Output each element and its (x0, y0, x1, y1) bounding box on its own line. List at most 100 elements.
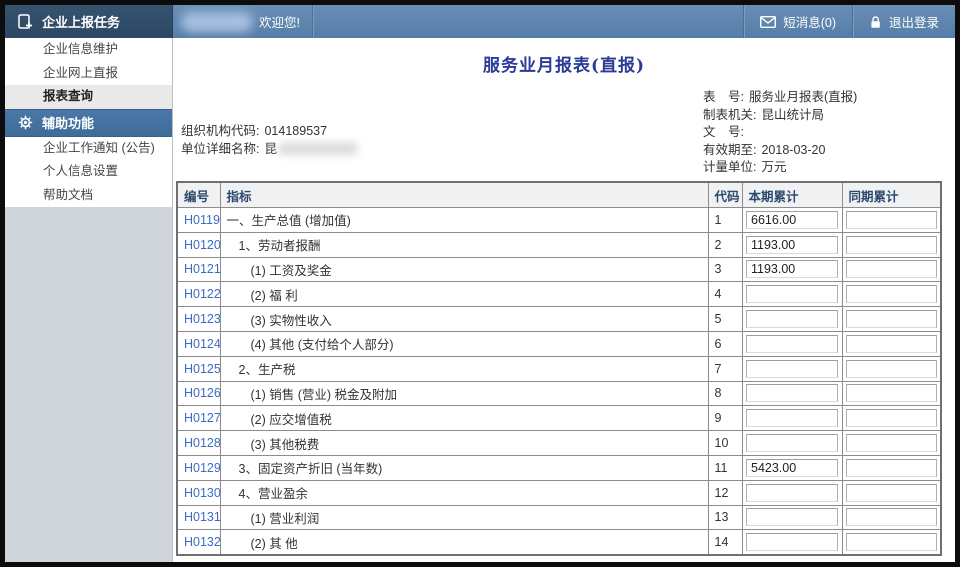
row-code-link[interactable]: H0128 (184, 436, 220, 450)
current-period-input[interactable] (746, 409, 838, 427)
table-row: H0130 4、营业盈余 12 (177, 480, 941, 505)
current-period-input[interactable] (746, 484, 838, 502)
seq-cell: 2 (708, 232, 742, 257)
row-code-link[interactable]: H0125 (184, 362, 220, 376)
primary-header-label: 企业上报任务 (42, 12, 120, 31)
current-period-input[interactable] (746, 260, 838, 278)
indicator-label: (2) 福 利 (220, 282, 708, 307)
row-code-link[interactable]: H0120 (184, 238, 220, 252)
seq-cell: 14 (708, 530, 742, 555)
same-period-input[interactable] (846, 285, 937, 303)
table-row: H0132 (2) 其 他 14 (177, 530, 941, 555)
same-period-input[interactable] (846, 335, 937, 353)
current-period-input[interactable] (746, 310, 838, 328)
current-period-input[interactable] (746, 384, 838, 402)
sidebar-menu: 企业信息维护 企业网上直报 报表查询 辅助功能 企业工作通知 (公告) 个人信息… (5, 38, 172, 207)
current-period-input[interactable] (746, 236, 838, 254)
header-same-period: 同期累计 (842, 182, 941, 208)
logout-button[interactable]: 退出登录 (853, 5, 955, 38)
table-row: H0120 1、劳动者报酬 2 (177, 232, 941, 257)
indicator-label: (1) 工资及奖金 (220, 257, 708, 282)
same-period-input[interactable] (846, 508, 937, 526)
same-period-input[interactable] (846, 236, 937, 254)
sidebar-item[interactable]: 企业信息维护 (5, 38, 172, 62)
row-code-link[interactable]: H0124 (184, 337, 220, 351)
same-period-input[interactable] (846, 409, 937, 427)
indicator-label: (2) 应交增值税 (220, 406, 708, 431)
sidebar-item[interactable]: 企业工作通知 (公告) (5, 137, 172, 161)
same-period-input[interactable] (846, 484, 937, 502)
report-meta-left: 组织机构代码:014189537 单位详细名称:昆 (181, 123, 358, 158)
meta-label: 制表机关: (703, 108, 756, 122)
report-table: 编号 指标 代码 本期累计 同期累计 H0119 一、生产总值 (增加值) 1 (176, 181, 942, 556)
meta-label: 表 号: (703, 90, 744, 104)
indicator-label: (1) 营业利润 (220, 505, 708, 530)
seq-cell: 3 (708, 257, 742, 282)
indicator-label: 4、营业盈余 (220, 480, 708, 505)
table-row: H0127 (2) 应交增值税 9 (177, 406, 941, 431)
row-code-link[interactable]: H0126 (184, 386, 220, 400)
row-code-link[interactable]: H0127 (184, 411, 220, 425)
seq-cell: 10 (708, 431, 742, 456)
sidebar-item[interactable]: 报表查询 (5, 85, 172, 109)
seq-cell: 12 (708, 480, 742, 505)
indicator-label: (3) 实物性收入 (220, 307, 708, 332)
current-period-input[interactable] (746, 508, 838, 526)
row-code-link[interactable]: H0132 (184, 535, 220, 549)
row-code-link[interactable]: H0123 (184, 312, 220, 326)
seq-cell: 6 (708, 331, 742, 356)
table-row: H0121 (1) 工资及奖金 3 (177, 257, 941, 282)
sidebar-item[interactable]: 企业网上直报 (5, 62, 172, 86)
same-period-input[interactable] (846, 260, 937, 278)
meta-line: 表 号:服务业月报表(直报) (703, 89, 943, 107)
current-period-input[interactable] (746, 211, 838, 229)
same-period-input[interactable] (846, 459, 937, 477)
table-row: H0128 (3) 其他税费 10 (177, 431, 941, 456)
topbar-divider (312, 5, 313, 38)
same-period-input[interactable] (846, 384, 937, 402)
header-code: 编号 (177, 182, 220, 208)
row-code-link[interactable]: H0122 (184, 287, 220, 301)
top-bar-main: 欢迎您! 短消息(0) 退出登录 (173, 5, 955, 38)
report-meta-right: 表 号:服务业月报表(直报) 制表机关:昆山统计局 文 号: 有效期至:2018… (703, 89, 943, 177)
header-current-period: 本期累计 (742, 182, 842, 208)
table-header-row: 编号 指标 代码 本期累计 同期累计 (177, 182, 941, 208)
indicator-label: 3、固定资产折旧 (当年数) (220, 455, 708, 480)
app-window: 企业上报任务 欢迎您! 短消息(0) 退出登录 企业信息维护 (5, 5, 955, 562)
table-row: H0124 (4) 其他 (支付给个人部分) 6 (177, 331, 941, 356)
same-period-input[interactable] (846, 533, 937, 551)
messages-button[interactable]: 短消息(0) (744, 5, 852, 38)
meta-label: 有效期至: (703, 143, 756, 157)
current-period-input[interactable] (746, 360, 838, 378)
table-row: H0119 一、生产总值 (增加值) 1 (177, 208, 941, 233)
current-period-input[interactable] (746, 285, 838, 303)
row-code-link[interactable]: H0119 (184, 213, 220, 227)
meta-line: 文 号: (703, 124, 943, 142)
current-period-input[interactable] (746, 434, 838, 452)
same-period-input[interactable] (846, 310, 937, 328)
same-period-input[interactable] (846, 211, 937, 229)
current-period-input[interactable] (746, 459, 838, 477)
secondary-header-label: 辅助功能 (42, 113, 94, 132)
row-code-link[interactable]: H0129 (184, 461, 220, 475)
current-period-input[interactable] (746, 335, 838, 353)
current-period-input[interactable] (746, 533, 838, 551)
seq-cell: 5 (708, 307, 742, 332)
sidebar-item[interactable]: 帮助文档 (5, 184, 172, 208)
envelope-icon (760, 16, 776, 28)
same-period-input[interactable] (846, 360, 937, 378)
same-period-input[interactable] (846, 434, 937, 452)
indicator-label: 一、生产总值 (增加值) (220, 208, 708, 233)
logout-label: 退出登录 (889, 12, 939, 31)
sidebar-item[interactable]: 个人信息设置 (5, 160, 172, 184)
row-code-link[interactable]: H0130 (184, 486, 220, 500)
meta-value: 万元 (761, 160, 786, 174)
row-code-link[interactable]: H0121 (184, 262, 220, 276)
table-row: H0123 (3) 实物性收入 5 (177, 307, 941, 332)
unit-name-redacted (278, 142, 358, 155)
messages-label: 短消息(0) (783, 12, 836, 31)
seq-cell: 8 (708, 381, 742, 406)
meta-line: 制表机关:昆山统计局 (703, 107, 943, 125)
row-code-link[interactable]: H0131 (184, 510, 220, 524)
org-code-value: 014189537 (264, 124, 327, 138)
